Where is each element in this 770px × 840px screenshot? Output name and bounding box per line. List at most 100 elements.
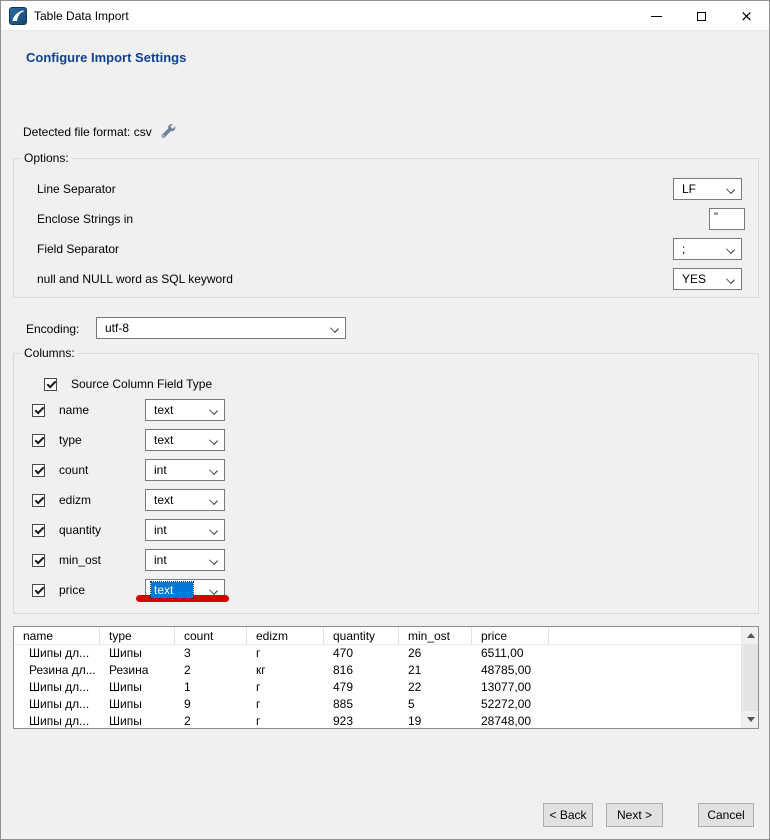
- columns-group: Columns: Source Column Field Type namete…: [13, 346, 759, 614]
- preview-cell: 13077,00: [472, 679, 549, 696]
- option-select-0[interactable]: LF: [673, 178, 742, 200]
- field-type-select-min_ost[interactable]: int: [145, 549, 225, 571]
- detected-format-label: Detected file format:: [23, 125, 130, 139]
- scroll-up-button[interactable]: [742, 627, 759, 644]
- field-type-select-quantity[interactable]: int: [145, 519, 225, 541]
- option-label: null and NULL word as SQL keyword: [37, 272, 673, 286]
- field-type-select-edizm[interactable]: text: [145, 489, 225, 511]
- field-type-select-type[interactable]: text: [145, 429, 225, 451]
- chevron-down-icon: [727, 276, 735, 284]
- column-checkbox-price[interactable]: [32, 584, 45, 597]
- maximize-button[interactable]: [679, 1, 724, 31]
- preview-cell: 2: [175, 662, 247, 679]
- field-type-select-type-value: text: [151, 432, 176, 448]
- column-row-quantity: quantity int: [14, 515, 754, 545]
- chevron-down-icon: [210, 587, 218, 595]
- enclose-strings-input[interactable]: ": [709, 208, 745, 230]
- preview-data-row-0[interactable]: Шипы дл...Шипы3г470266511,00: [14, 645, 758, 662]
- preview-cell: 21: [399, 662, 472, 679]
- column-row-type: typetext: [14, 425, 754, 455]
- chevron-down-icon: [210, 407, 218, 415]
- columns-rows: nametexttypetextcountintedizmtextquantit…: [14, 395, 754, 605]
- field-type-select-name[interactable]: text: [145, 399, 225, 421]
- field-type-select-name-value: text: [151, 402, 176, 418]
- field-type-select-count[interactable]: int: [145, 459, 225, 481]
- option-label: Field Separator: [37, 242, 673, 256]
- preview-cell: 22: [399, 679, 472, 696]
- preview-cell: 885: [324, 696, 399, 713]
- field-type-header: Field Type: [157, 377, 212, 391]
- column-row-min_ost: min_ostint: [14, 545, 754, 575]
- encoding-value: utf-8: [102, 320, 132, 336]
- column-name-label: count: [59, 463, 145, 477]
- chevron-down-icon: [210, 467, 218, 475]
- preview-cell: Резина дл...: [14, 662, 100, 679]
- option-select-3-value: YES: [679, 271, 709, 287]
- preview-header-filler: [549, 627, 758, 644]
- column-name-label: min_ost: [59, 553, 145, 567]
- column-name-label: name: [59, 403, 145, 417]
- table-data-import-dialog: Table Data Import × Configure Import Set…: [0, 0, 770, 840]
- wrench-icon[interactable]: [158, 121, 176, 139]
- cancel-button[interactable]: Cancel: [698, 803, 754, 827]
- preview-data-row-3[interactable]: Шипы дл...Шипы9г885552272,00: [14, 696, 758, 713]
- column-checkbox-name[interactable]: [32, 404, 45, 417]
- preview-cell: 923: [324, 713, 399, 729]
- option-select-2-value: ;: [679, 241, 688, 257]
- minimize-icon: [651, 16, 662, 17]
- option-row-2: Field Separator;: [37, 234, 742, 264]
- preview-cell: Резина: [100, 662, 175, 679]
- field-type-select-price-value: text: [151, 582, 193, 598]
- preview-cell: 816: [324, 662, 399, 679]
- chevron-down-icon: [331, 325, 339, 333]
- preview-cell: Шипы дл...: [14, 645, 100, 662]
- chevron-down-icon: [210, 437, 218, 445]
- page-title: Configure Import Settings: [26, 50, 186, 65]
- chevron-down-icon: [210, 497, 218, 505]
- encoding-label: Encoding:: [26, 322, 79, 336]
- chevron-down-icon: [727, 186, 735, 194]
- preview-header-cell: quantity: [324, 627, 399, 644]
- preview-cell: Шипы: [100, 713, 175, 729]
- preview-data-row-4[interactable]: Шипы дл...Шипы2г9231928748,00: [14, 713, 758, 729]
- vertical-scrollbar[interactable]: [741, 627, 758, 728]
- column-checkbox-min_ost[interactable]: [32, 554, 45, 567]
- preview-cell: 28748,00: [472, 713, 549, 729]
- preview-data-row-1[interactable]: Резина дл...Резина2кг8162148785,00: [14, 662, 758, 679]
- column-checkbox-type[interactable]: [32, 434, 45, 447]
- source-column-header: Source Column: [71, 377, 157, 391]
- preview-cell: г: [247, 679, 324, 696]
- mysql-logo-icon: [9, 7, 27, 25]
- column-checkbox-count[interactable]: [32, 464, 45, 477]
- column-checkbox-quantity[interactable]: [32, 524, 45, 537]
- encoding-select[interactable]: utf-8: [96, 317, 346, 339]
- detected-format-value: csv: [134, 125, 152, 139]
- select-all-checkbox[interactable]: [44, 378, 57, 391]
- option-select-3[interactable]: YES: [673, 268, 742, 290]
- minimize-button[interactable]: [634, 1, 679, 31]
- column-name-label: price: [59, 583, 145, 597]
- scroll-down-button[interactable]: [742, 711, 759, 728]
- back-button[interactable]: < Back: [543, 803, 593, 827]
- options-rows: Line SeparatorLFEnclose Strings in"Field…: [14, 165, 758, 294]
- preview-data-row-2[interactable]: Шипы дл...Шипы1г4792213077,00: [14, 679, 758, 696]
- close-button[interactable]: ×: [724, 1, 769, 31]
- column-checkbox-edizm[interactable]: [32, 494, 45, 507]
- scroll-down-icon: [747, 717, 755, 722]
- option-row-0: Line SeparatorLF: [37, 174, 742, 204]
- preview-cell: Шипы дл...: [14, 679, 100, 696]
- field-type-select-quantity-value: int: [151, 522, 170, 538]
- next-button[interactable]: Next >: [606, 803, 663, 827]
- option-select-2[interactable]: ;: [673, 238, 742, 260]
- column-row-name: name text: [14, 395, 754, 425]
- preview-cell: 6511,00: [472, 645, 549, 662]
- window-title: Table Data Import: [34, 9, 129, 23]
- preview-cell: Шипы: [100, 696, 175, 713]
- scrollbar-thumb[interactable]: [743, 644, 758, 711]
- preview-header-cell: count: [175, 627, 247, 644]
- option-row-3: null and NULL word as SQL keyword YES: [37, 264, 742, 294]
- column-name-label: quantity: [59, 523, 145, 537]
- field-type-select-count-value: int: [151, 462, 170, 478]
- close-icon: ×: [740, 9, 753, 24]
- preview-cell: 470: [324, 645, 399, 662]
